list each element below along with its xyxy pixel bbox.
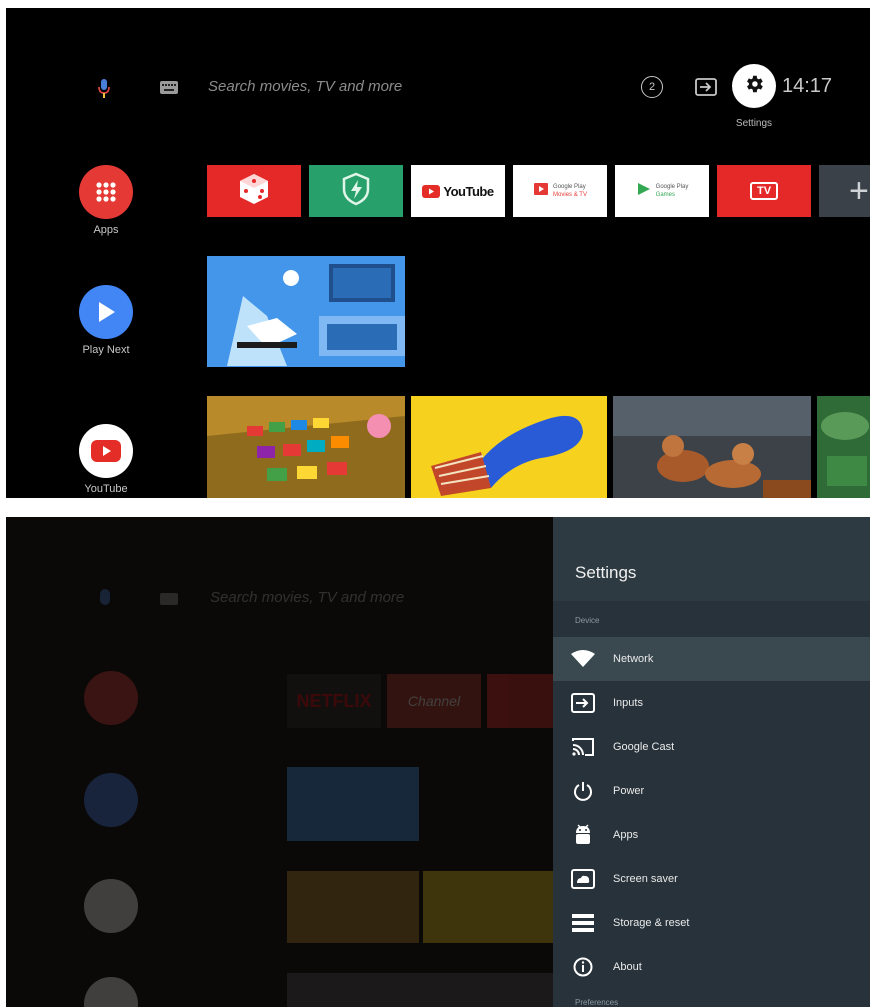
youtube-video-1	[287, 871, 419, 943]
storage-icon	[553, 914, 613, 932]
play-games-line1: Google Play	[655, 184, 689, 190]
settings-panel: Settings Device Network Inputs Google Ca…	[553, 517, 870, 1007]
youtube-tile-label: YouTube	[443, 183, 494, 199]
play-next-thumbnail	[287, 767, 419, 841]
wifi-icon	[553, 650, 613, 668]
netflix-tile: NETFLIX	[287, 674, 381, 728]
settings-item-label: Apps	[613, 829, 639, 841]
youtube-video-4[interactable]	[817, 396, 870, 498]
settings-item-label: Power	[613, 785, 645, 797]
play-games-line2: Games	[655, 192, 675, 198]
tv-icon: TV	[749, 182, 779, 200]
play-movies-icon	[533, 181, 549, 202]
apps-grid-icon	[84, 671, 138, 725]
settings-item-label: Network	[613, 653, 654, 665]
channel-tile: Channel	[387, 674, 481, 728]
youtube-video-1[interactable]	[207, 396, 405, 498]
rail-play-next[interactable]: Play Next	[61, 285, 151, 356]
channel-tile-label: Channel	[407, 693, 461, 709]
settings-item-about[interactable]: About	[553, 945, 870, 989]
android-icon	[553, 824, 613, 846]
youtube-icon	[79, 424, 133, 478]
settings-item-label: About	[613, 961, 642, 973]
app-tile-game[interactable]	[207, 165, 301, 217]
power-icon	[553, 781, 613, 801]
notifications-button[interactable]: 2	[641, 76, 663, 98]
settings-button[interactable]	[732, 64, 776, 108]
gear-icon	[743, 73, 765, 100]
section-device: Device	[575, 616, 600, 625]
youtube-video-3[interactable]	[613, 396, 811, 498]
home-screen: Search movies, TV and more 2 14:17 Setti…	[6, 8, 870, 498]
search-input: Search movies, TV and more	[210, 589, 405, 606]
rail-label-youtube: YouTube	[84, 483, 128, 495]
settings-header: Settings	[553, 517, 870, 601]
game-tile	[487, 674, 553, 728]
settings-item-label: Inputs	[613, 697, 643, 709]
clock: 14:17	[782, 75, 833, 97]
mic-icon[interactable]	[97, 78, 111, 100]
settings-title: Settings	[575, 563, 637, 582]
settings-item-label: Storage & reset	[613, 917, 690, 929]
app-tile-tv[interactable]: TV	[717, 165, 811, 217]
rail-youtube[interactable]: YouTube	[61, 424, 151, 495]
search-input[interactable]: Search movies, TV and more	[208, 78, 402, 95]
app-tile-shield[interactable]	[309, 165, 403, 217]
tv-tile-label: TV	[756, 185, 772, 197]
play-next-thumbnail[interactable]	[207, 256, 405, 367]
section-preferences: Preferences	[575, 998, 619, 1007]
settings-item-label: Screen saver	[613, 873, 678, 885]
add-icon: +	[849, 171, 869, 210]
app-tile-youtube[interactable]: YouTube	[411, 165, 505, 217]
youtube-icon	[84, 977, 138, 1007]
settings-item-power[interactable]: Power	[553, 769, 870, 813]
play-icon	[79, 285, 133, 339]
play-movies-line2: Movies & TV	[553, 192, 587, 198]
info-icon	[553, 957, 613, 977]
screensaver-icon	[553, 869, 613, 889]
settings-item-apps[interactable]: Apps	[553, 813, 870, 857]
rail-label-play-next: Play Next	[82, 344, 130, 356]
shield-icon	[341, 172, 371, 211]
youtube-video-2[interactable]	[411, 396, 607, 498]
settings-item-google-cast[interactable]: Google Cast	[553, 725, 870, 769]
netflix-tile-label: NETFLIX	[296, 690, 372, 711]
apps-grid-icon	[79, 165, 133, 219]
app-tile-add[interactable]: +	[819, 165, 870, 217]
input-source-icon[interactable]	[695, 78, 717, 96]
youtube-icon	[84, 879, 138, 933]
input-icon	[553, 693, 613, 713]
keyboard-icon	[160, 593, 178, 605]
dice-icon	[236, 171, 272, 212]
rail-apps[interactable]: Apps	[61, 165, 151, 236]
mic-icon	[100, 589, 110, 605]
app-tile-play-movies[interactable]: Google Play Movies & TV	[513, 165, 607, 217]
youtube-video-2	[423, 871, 553, 943]
video-row-4	[287, 973, 553, 1007]
settings-item-storage-reset[interactable]: Storage & reset	[553, 901, 870, 945]
keyboard-icon[interactable]	[160, 81, 178, 94]
settings-item-label: Google Cast	[613, 741, 675, 753]
rail-label-apps: Apps	[93, 224, 119, 236]
cast-icon	[553, 737, 613, 757]
app-tile-play-games[interactable]: Google Play Games	[615, 165, 709, 217]
settings-item-inputs[interactable]: Inputs	[553, 681, 870, 725]
settings-label: Settings	[735, 118, 773, 129]
home-screen-settings-open: Search movies, TV and more NETFLIX Chann…	[6, 517, 870, 1007]
play-movies-line1: Google Play	[553, 184, 586, 190]
play-icon	[84, 773, 138, 827]
settings-item-network[interactable]: Network	[553, 637, 870, 681]
youtube-logo-icon: YouTube	[422, 183, 494, 199]
notifications-count: 2	[648, 81, 656, 93]
play-games-icon	[636, 181, 652, 202]
settings-item-screen-saver[interactable]: Screen saver	[553, 857, 870, 901]
